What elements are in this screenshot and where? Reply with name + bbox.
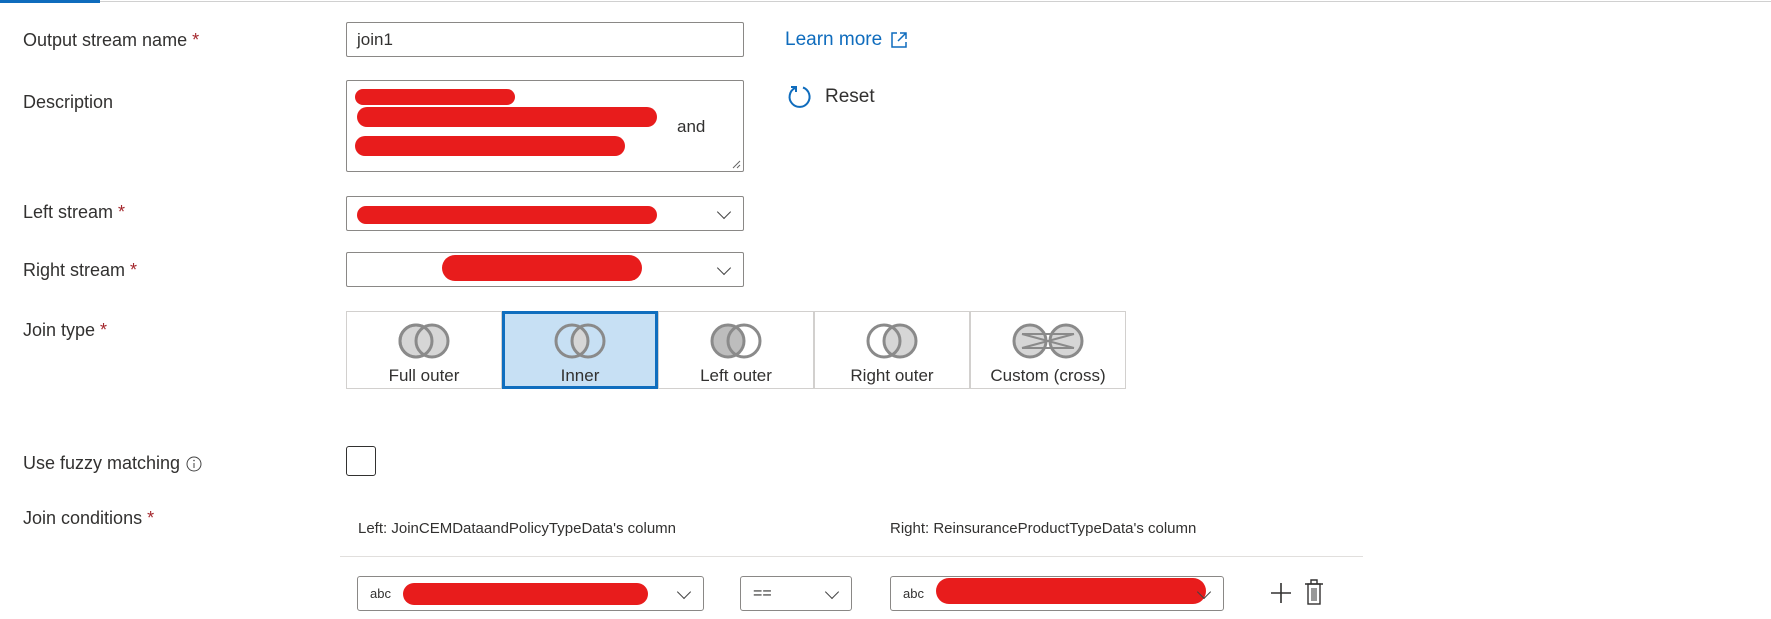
description-textarea[interactable]: and	[346, 80, 744, 172]
resize-handle-icon[interactable]	[731, 159, 741, 169]
add-condition-icon[interactable]	[1270, 582, 1292, 604]
chevron-down-icon	[716, 260, 732, 275]
delete-condition-icon[interactable]	[1304, 578, 1324, 606]
join-type-label: Join type *	[23, 320, 108, 340]
inner-join-icon	[554, 323, 606, 359]
cross-join-icon	[1012, 323, 1084, 359]
left-column-dropdown[interactable]: abc	[357, 576, 704, 611]
left-stream-label: Left stream *	[23, 202, 126, 222]
reset-icon	[788, 86, 811, 108]
fuzzy-matching-label: Use fuzzy matching	[23, 453, 202, 474]
chevron-down-icon	[676, 584, 692, 599]
info-icon[interactable]	[186, 456, 202, 472]
operator-dropdown[interactable]: ==	[740, 576, 852, 611]
right-column-header: Right: ReinsuranceProductTypeData's colu…	[890, 520, 1197, 537]
right-outer-join-icon	[866, 323, 918, 359]
right-column-dropdown[interactable]: abc	[890, 576, 1224, 611]
description-label: Description	[23, 92, 114, 112]
active-tab-indicator	[0, 0, 100, 3]
join-conditions-label: Join conditions *	[23, 508, 155, 528]
join-type-custom-cross[interactable]: Custom (cross)	[970, 311, 1126, 389]
fuzzy-matching-checkbox[interactable]	[346, 446, 376, 476]
right-stream-label: Right stream *	[23, 260, 138, 280]
external-link-icon	[891, 32, 907, 48]
output-stream-name-input[interactable]: join1	[346, 22, 744, 57]
chevron-down-icon	[716, 204, 732, 219]
join-type-full-outer[interactable]: Full outer	[346, 311, 502, 389]
reset-button[interactable]: Reset	[787, 84, 875, 110]
full-outer-join-icon	[398, 323, 450, 359]
join-type-left-outer[interactable]: Left outer	[658, 311, 814, 389]
join-type-inner[interactable]: Inner	[502, 311, 658, 389]
join-type-right-outer[interactable]: Right outer	[814, 311, 970, 389]
left-stream-dropdown[interactable]	[346, 196, 744, 231]
learn-more-link[interactable]: Learn more	[785, 29, 908, 51]
right-stream-dropdown[interactable]	[346, 252, 744, 287]
output-stream-name-label: Output stream name *	[23, 30, 200, 50]
top-divider	[0, 1, 1771, 2]
conditions-divider	[340, 556, 1363, 557]
chevron-down-icon	[824, 584, 840, 599]
left-column-header: Left: JoinCEMDataandPolicyTypeData's col…	[358, 520, 677, 537]
left-outer-join-icon	[710, 323, 762, 359]
